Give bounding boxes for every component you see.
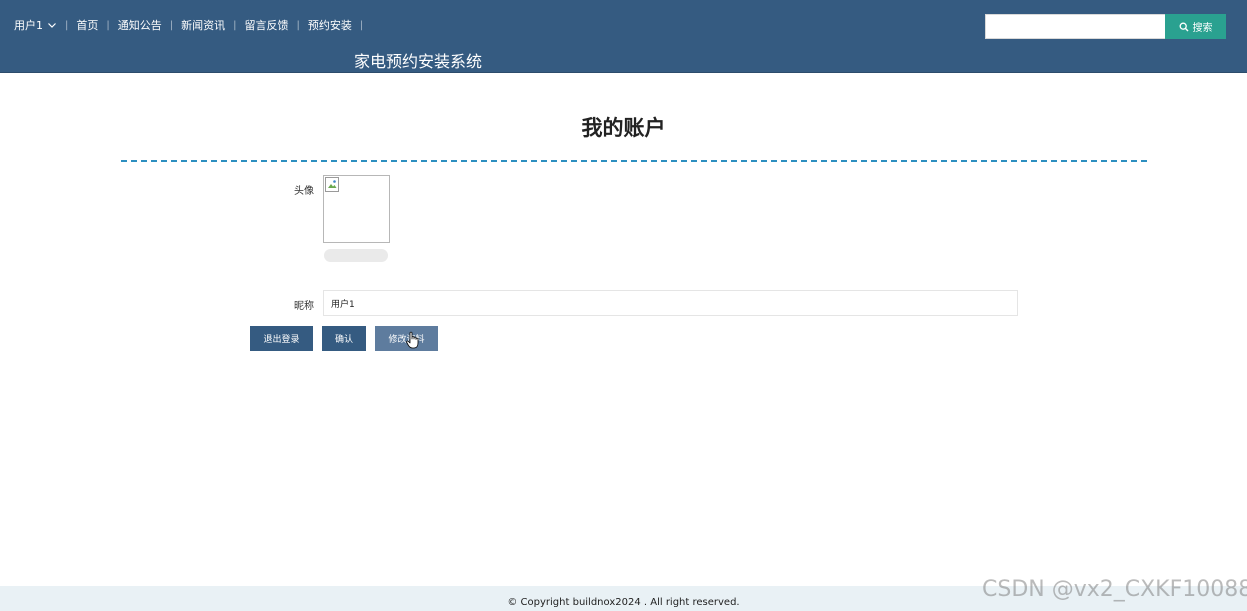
avatar-upload-button[interactable] (324, 249, 388, 262)
hand-cursor-icon (406, 331, 419, 349)
user-menu[interactable]: 用户1 (14, 17, 57, 33)
search-input[interactable] (985, 14, 1165, 39)
logout-button[interactable]: 退出登录 (250, 326, 313, 351)
broken-image-icon (325, 177, 339, 192)
nav-item-feedback[interactable]: 留言反馈 (245, 17, 289, 33)
nav-item-news[interactable]: 新闻资讯 (181, 17, 225, 33)
nav-separator: | (296, 19, 300, 31)
nav-item-notices[interactable]: 通知公告 (118, 17, 162, 33)
search-button[interactable]: 搜索 (1165, 14, 1226, 39)
avatar-label: 头像 (294, 186, 314, 197)
watermark: CSDN @vx2_CXKF10088 (982, 577, 1247, 602)
title-divider (121, 160, 1147, 162)
nav-separator: | (65, 19, 69, 31)
nav-separator: | (106, 19, 110, 31)
confirm-button[interactable]: 确认 (322, 326, 366, 351)
search-button-label: 搜索 (1192, 23, 1213, 34)
nickname-label: 昵称 (294, 301, 314, 312)
avatar[interactable] (323, 175, 390, 243)
search-icon (1179, 22, 1188, 31)
nickname-input[interactable] (323, 290, 1018, 316)
top-bar: 用户1 | 首页 | 通知公告 | 新闻资讯 | 留言反馈 | 预约安装 | 搜… (0, 0, 1247, 73)
top-nav: 用户1 | 首页 | 通知公告 | 新闻资讯 | 留言反馈 | 预约安装 | (14, 16, 371, 34)
nav-item-home[interactable]: 首页 (76, 17, 98, 33)
user-menu-label: 用户1 (14, 19, 43, 32)
nav-item-booking[interactable]: 预约安装 (308, 17, 352, 33)
chevron-down-icon (47, 20, 57, 30)
nav-separator: | (169, 19, 174, 31)
nav-separator: | (233, 19, 237, 31)
search-bar: 搜索 (985, 14, 1226, 39)
nav-separator: | (359, 19, 364, 31)
system-title: 家电预约安装系统 (354, 52, 483, 71)
page-title: 我的账户 (581, 116, 666, 140)
